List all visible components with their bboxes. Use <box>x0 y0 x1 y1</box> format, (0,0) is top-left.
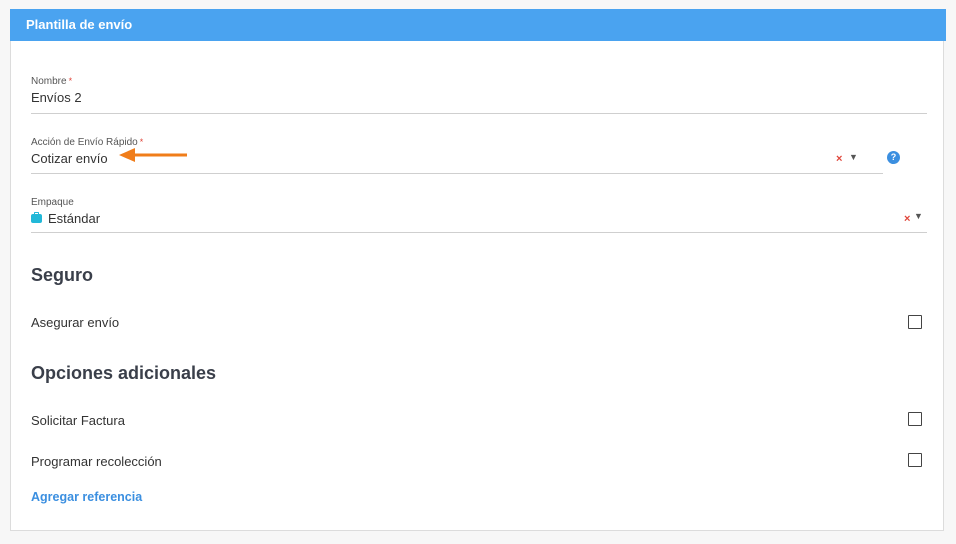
asegurar-envio-checkbox[interactable] <box>908 315 922 329</box>
clear-icon[interactable]: × <box>904 213 910 225</box>
empaque-label: Empaque <box>31 197 74 208</box>
accion-value[interactable]: Cotizar envío <box>31 151 108 166</box>
solicitar-factura-checkbox[interactable] <box>908 412 922 426</box>
help-icon[interactable]: ? <box>887 151 900 164</box>
package-icon <box>31 212 42 223</box>
clear-icon[interactable]: × <box>836 153 842 165</box>
accion-underline <box>31 173 883 174</box>
chevron-down-icon[interactable]: ▼ <box>914 211 923 221</box>
nombre-value[interactable]: Envíos 2 <box>31 90 82 105</box>
asegurar-envio-label: Asegurar envío <box>31 315 120 330</box>
nombre-field[interactable]: Nombre * Envíos 2 <box>31 76 927 116</box>
seguro-section-title: Seguro <box>31 265 94 285</box>
accion-label: Acción de Envío Rápido * <box>31 137 143 148</box>
shipping-template-card: Plantilla de envío Nombre * Envíos 2 Acci… <box>10 9 946 531</box>
accion-label-text: Acción de Envío Rápido <box>31 137 138 148</box>
annotation-arrow-icon <box>119 148 187 162</box>
required-mark: * <box>139 137 144 147</box>
opciones-adicionales-section-title: Opciones adicionales <box>31 363 217 383</box>
chevron-down-icon[interactable]: ▼ <box>849 152 858 162</box>
nombre-label-text: Nombre <box>31 76 67 87</box>
programar-recoleccion-label: Programar recolección <box>31 454 162 469</box>
required-mark: * <box>68 76 73 86</box>
programar-recoleccion-checkbox[interactable] <box>908 453 922 467</box>
empaque-underline <box>31 232 927 233</box>
add-reference-link[interactable]: Agregar referencia <box>31 490 142 504</box>
empaque-select[interactable]: Empaque Estándar × ▼ <box>31 197 927 237</box>
solicitar-factura-label: Solicitar Factura <box>31 413 125 428</box>
empaque-value[interactable]: Estándar <box>48 211 100 226</box>
nombre-label: Nombre * <box>31 76 72 87</box>
nombre-underline <box>31 113 927 114</box>
card-header-title: Plantilla de envío <box>10 9 946 41</box>
